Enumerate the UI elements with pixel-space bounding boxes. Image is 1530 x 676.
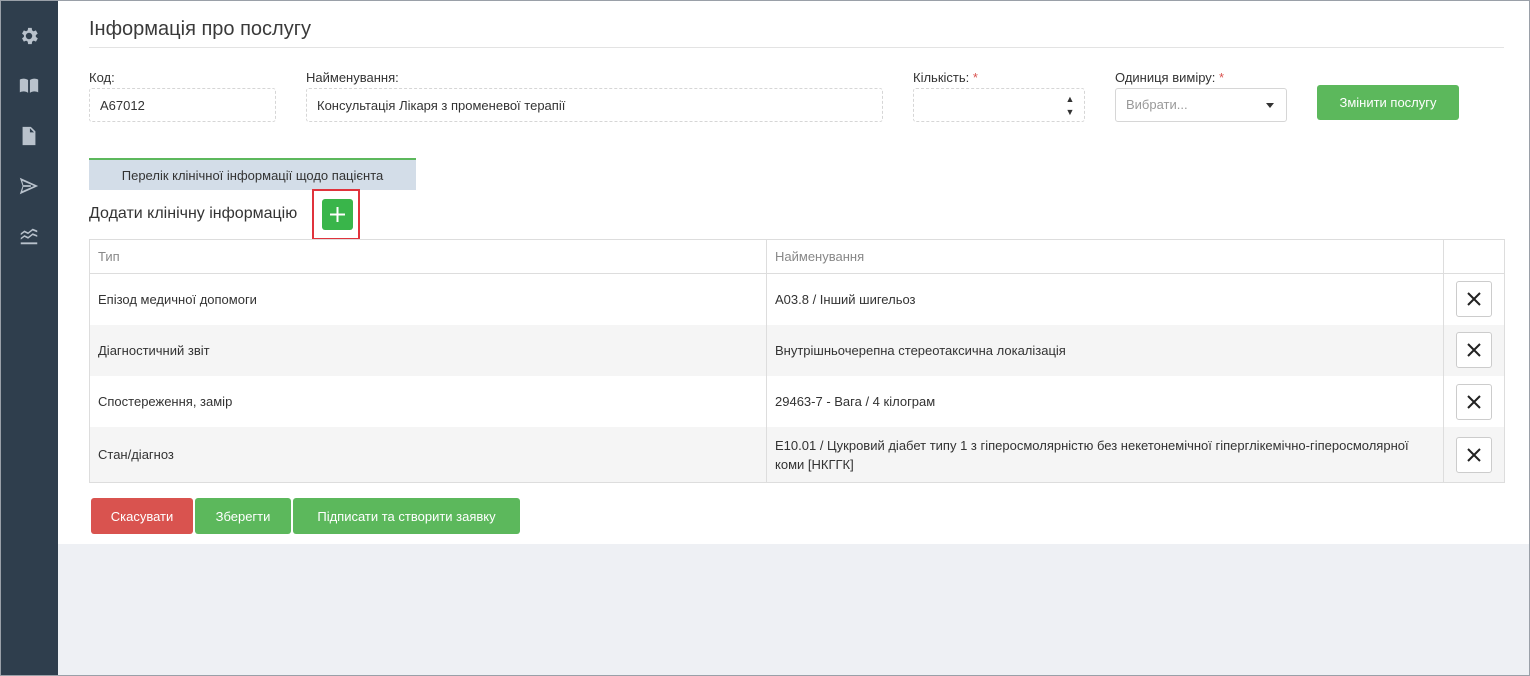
delete-row-button[interactable] [1456,332,1492,369]
app-window: Інформація про послугу Код: Найменування… [0,0,1530,676]
change-service-button[interactable]: Змінити послугу [1317,85,1459,120]
column-header-name: Найменування [766,239,1444,274]
clinical-info-table: Тип Найменування Епізод медичної допомог… [89,239,1505,483]
close-icon [1467,292,1481,307]
page-title: Інформація про послугу [89,18,312,40]
row-actions [1443,427,1505,483]
delete-row-button[interactable] [1456,436,1492,473]
row-name: Внутрішньочерепна стереотаксична локаліз… [766,324,1444,376]
save-button[interactable]: Зберегти [195,498,291,534]
quantity-spinner[interactable]: ▲ ▼ [1064,93,1076,119]
row-type: Епізод медичної допомоги [89,273,767,325]
send-icon[interactable] [17,174,41,198]
quantity-label-text: Кількість: [913,70,970,85]
table-row: Епізод медичної допомоги A03.8 / Інший ш… [89,273,1505,325]
sign-and-create-request-button[interactable]: Підписати та створити заявку [293,498,520,534]
close-icon [1467,343,1481,358]
add-clinical-info-label: Додати клінічну інформацію [89,205,298,222]
name-input[interactable] [306,88,883,122]
service-info-panel: Інформація про послугу Код: Найменування… [58,1,1529,544]
row-actions [1443,273,1505,325]
chevron-up-icon[interactable]: ▲ [1064,93,1076,106]
close-icon [1467,447,1481,462]
book-icon[interactable] [17,74,41,98]
column-header-actions [1443,239,1505,274]
row-name: A03.8 / Інший шигельоз [766,273,1444,325]
table-row: Діагностичний звіт Внутрішньочерепна сте… [89,324,1505,376]
chevron-down-icon[interactable]: ▼ [1064,106,1076,119]
delete-row-button[interactable] [1456,281,1492,318]
column-header-type: Тип [89,239,767,274]
chart-lines-icon[interactable] [17,224,41,248]
unit-select-placeholder: Вибрати... [1126,97,1188,112]
cancel-button[interactable]: Скасувати [91,498,193,534]
required-mark: * [972,70,978,85]
required-mark: * [1219,70,1225,85]
code-label: Код: [89,70,115,85]
unit-select[interactable]: Вибрати... [1115,88,1287,122]
row-name: 29463-7 - Вага / 4 кілограм [766,375,1444,428]
delete-row-button[interactable] [1456,383,1492,420]
row-type: Діагностичний звіт [89,324,767,376]
unit-label: Одиниця виміру: * [1115,70,1224,85]
row-type: Стан/діагноз [89,427,767,483]
table-row: Стан/діагноз E10.01 / Цукровий діабет ти… [89,427,1505,483]
title-divider [89,47,1504,48]
table-row: Спостереження, замір 29463-7 - Вага / 4 … [89,375,1505,428]
name-label: Найменування: [306,70,399,85]
quantity-label: Кількість: * [913,70,978,85]
quantity-stepper[interactable]: ▲ ▼ [913,88,1085,122]
sidebar [1,1,58,675]
gear-icon[interactable] [17,24,41,48]
table-header-row: Тип Найменування [89,239,1505,274]
row-actions [1443,375,1505,428]
document-check-icon[interactable] [17,124,41,148]
caret-down-icon [1266,103,1274,108]
code-input[interactable] [89,88,276,122]
unit-label-text: Одиниця виміру: [1115,70,1216,85]
add-clinical-info-button[interactable] [322,199,353,230]
plus-icon [330,207,345,222]
close-icon [1467,394,1481,409]
tab-clinical-info[interactable]: Перелік клінічної інформації щодо пацієн… [89,158,416,190]
row-name: E10.01 / Цукровий діабет типу 1 з гіперо… [766,427,1444,483]
row-type: Спостереження, замір [89,375,767,428]
row-actions [1443,324,1505,376]
